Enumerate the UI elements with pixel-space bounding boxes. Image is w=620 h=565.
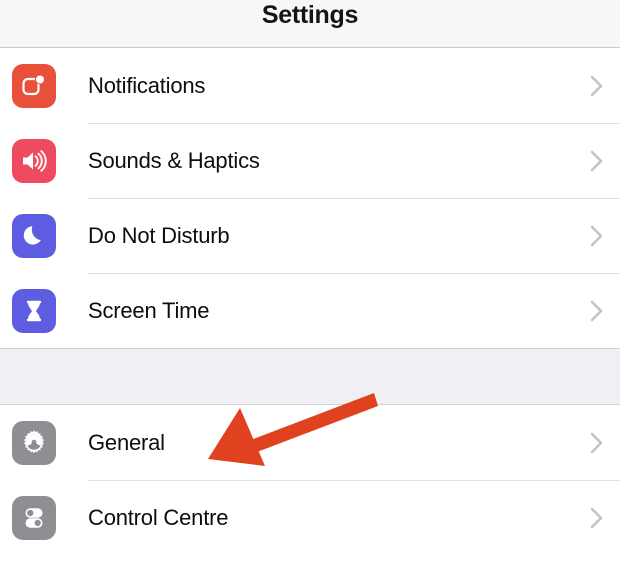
settings-section-secondary: General Control Centre — [0, 405, 620, 555]
settings-section-primary: Notifications Sounds & Haptics Do Not Di… — [0, 48, 620, 348]
sidebar-item-label: Sounds & Haptics — [88, 147, 260, 173]
section-divider — [0, 348, 620, 405]
sidebar-item-notifications[interactable]: Notifications — [0, 48, 620, 123]
sidebar-item-label: Control Centre — [88, 504, 229, 530]
sidebar-item-sounds-haptics[interactable]: Sounds & Haptics — [0, 123, 620, 198]
crescent-moon-icon — [12, 213, 56, 258]
settings-screen: Settings Notifications Sounds & Haptics … — [0, 0, 620, 565]
notifications-icon — [12, 63, 56, 108]
toggles-icon — [12, 495, 56, 540]
sidebar-item-label: General — [88, 429, 165, 455]
chevron-right-icon — [590, 224, 604, 248]
hourglass-icon — [12, 288, 56, 333]
sidebar-item-do-not-disturb[interactable]: Do Not Disturb — [0, 198, 620, 273]
gear-icon — [12, 420, 56, 465]
sidebar-item-screen-time[interactable]: Screen Time — [0, 273, 620, 348]
chevron-right-icon — [590, 506, 604, 530]
sidebar-item-label: Notifications — [88, 72, 206, 98]
speaker-waves-icon — [12, 138, 56, 183]
chevron-right-icon — [590, 299, 604, 323]
navigation-bar: Settings — [0, 0, 620, 48]
chevron-right-icon — [590, 74, 604, 98]
page-title: Settings — [261, 1, 359, 29]
sidebar-item-general[interactable]: General — [0, 405, 620, 480]
chevron-right-icon — [590, 149, 604, 173]
sidebar-item-label: Screen Time — [88, 297, 210, 323]
sidebar-item-control-centre[interactable]: Control Centre — [0, 480, 620, 555]
chevron-right-icon — [590, 431, 604, 455]
sidebar-item-label: Do Not Disturb — [88, 222, 230, 248]
